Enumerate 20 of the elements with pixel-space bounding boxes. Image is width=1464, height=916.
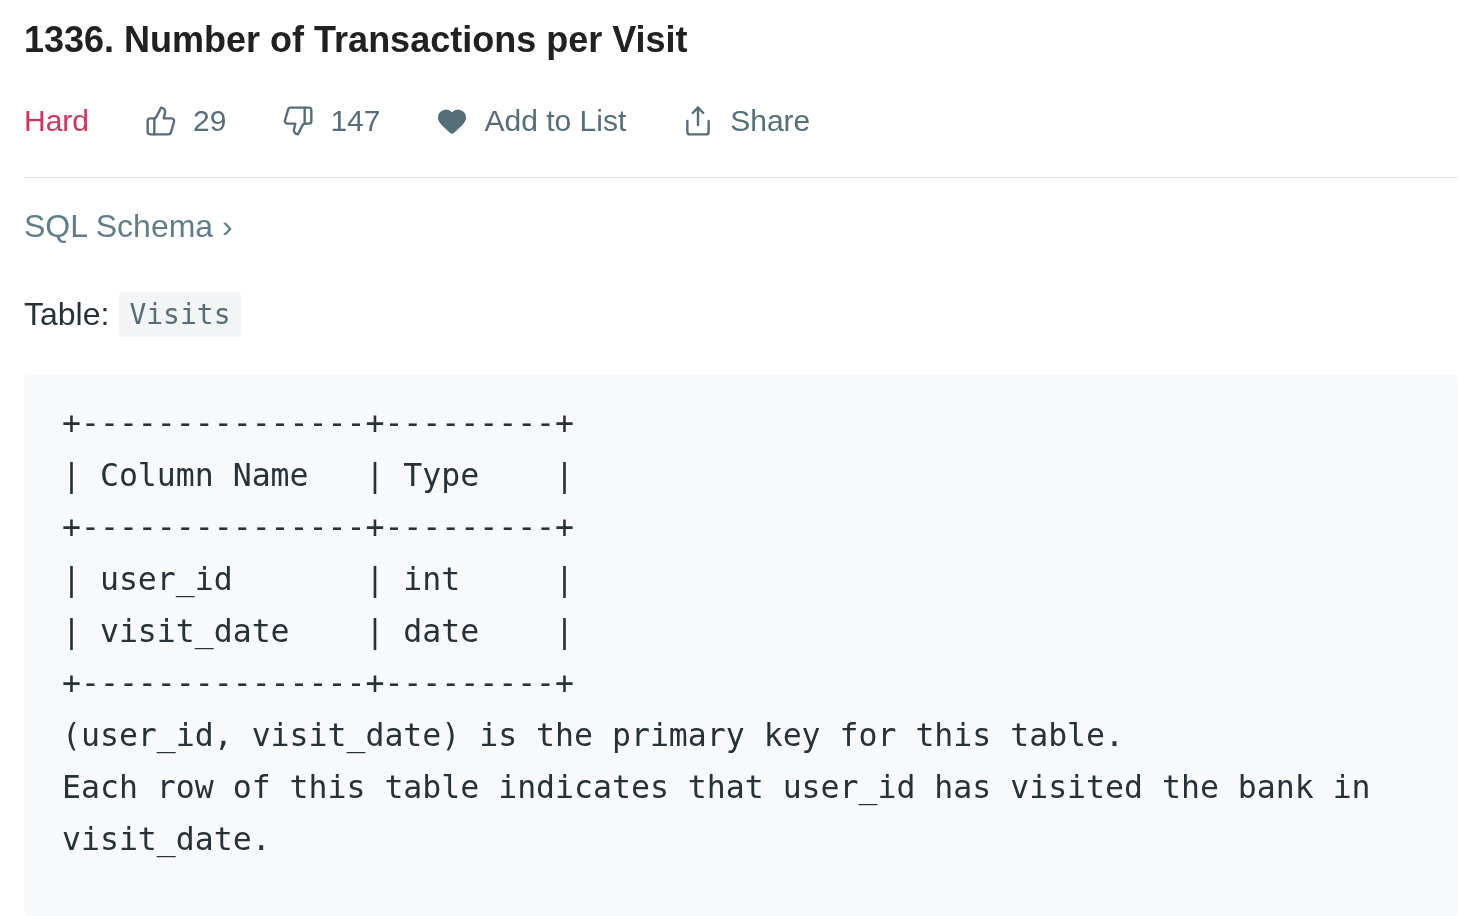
code-line: +---------------+---------+ [62,664,576,703]
thumbs-up-icon [145,105,178,137]
share-button[interactable]: Share [682,104,811,138]
difficulty-label: Hard [24,104,90,138]
dislike-button[interactable]: 147 [282,104,381,138]
code-line: Each row of this table indicates that user_id has visited the bank in [62,768,1372,808]
problem-title: 1336. Number of Transactions per Visit [24,18,689,62]
code-line: | visit_date | date | [62,612,576,652]
add-to-list-button[interactable]: Add to List [436,104,627,138]
code-line: +---------------+---------+ [62,508,576,547]
code-line: | user_id | int | [62,560,576,600]
thumbs-down-icon [282,105,315,137]
sql-schema-link[interactable]: SQL Schema › [24,204,233,248]
like-button[interactable]: 29 [145,104,227,138]
code-line: | Column Name | Type | [62,456,576,496]
code-line: visit_date. [62,820,272,860]
table-name-code: Visits [119,292,241,337]
code-line: (user_id, visit_date) is the primary key for this table. [62,716,1126,756]
table-label: Table: [24,296,110,333]
code-line: +---------------+---------+ [62,404,576,443]
